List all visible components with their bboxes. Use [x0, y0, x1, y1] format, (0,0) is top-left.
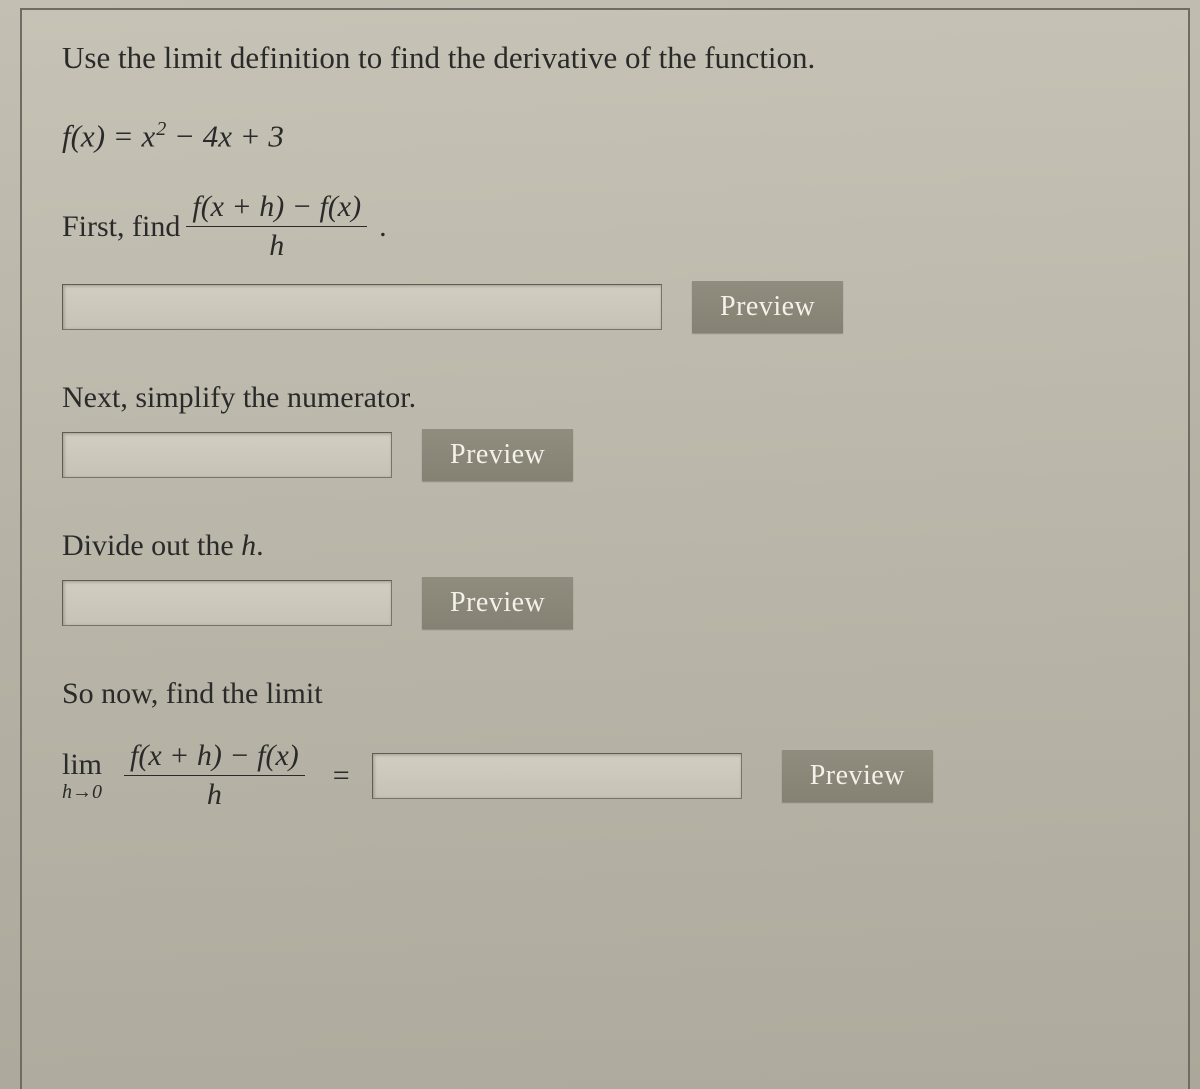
step3-label: Divide out the h.	[62, 529, 1148, 563]
step1-prompt: First, find f(x + h) − f(x) h .	[62, 190, 1148, 263]
diffq-numerator: f(x + h) − f(x)	[186, 190, 367, 227]
step4-preview-button[interactable]: Preview	[782, 750, 933, 802]
step1-period: .	[379, 210, 387, 244]
step2-preview-button[interactable]: Preview	[422, 429, 573, 481]
fx-exponent: 2	[155, 118, 166, 140]
limit-operator: lim h→0	[62, 750, 102, 802]
step4-limit-row: lim h→0 f(x + h) − f(x) h = Preview	[62, 739, 1148, 812]
step2-input[interactable]	[62, 432, 392, 478]
step3-post: .	[256, 529, 264, 562]
step2-input-row: Preview	[62, 429, 1148, 481]
fx-x: x	[141, 118, 155, 153]
lim-sub: h→0	[62, 780, 102, 802]
limit-diffq-den: h	[207, 776, 222, 812]
step3-input-row: Preview	[62, 577, 1148, 629]
fx-lhs: f(x) =	[62, 118, 141, 153]
question-prompt: Use the limit definition to find the der…	[62, 40, 1148, 76]
step1-input[interactable]	[62, 284, 662, 330]
equals-sign: =	[333, 759, 350, 793]
function-definition: f(x) = x2 − 4x + 3	[62, 118, 1148, 154]
step3-preview-button[interactable]: Preview	[422, 577, 573, 629]
step4-input[interactable]	[372, 753, 742, 799]
lim-word: lim	[62, 750, 102, 780]
step1-prefix: First, find	[62, 210, 180, 244]
limit-diffq-num: f(x + h) − f(x)	[124, 739, 305, 776]
difference-quotient: f(x + h) − f(x) h	[186, 190, 367, 263]
question-panel: Use the limit definition to find the der…	[20, 8, 1190, 1089]
step3-pre: Divide out the	[62, 529, 241, 562]
limit-diffq: f(x + h) − f(x) h	[124, 739, 305, 812]
diffq-denominator: h	[269, 227, 284, 263]
step1-preview-button[interactable]: Preview	[692, 281, 843, 333]
fx-rest: − 4x + 3	[166, 118, 284, 153]
step4-label: So now, find the limit	[62, 677, 1148, 711]
step3-h: h	[241, 529, 256, 562]
step1-input-row: Preview	[62, 281, 1148, 333]
step2-label: Next, simplify the numerator.	[62, 381, 1148, 415]
step3-input[interactable]	[62, 580, 392, 626]
